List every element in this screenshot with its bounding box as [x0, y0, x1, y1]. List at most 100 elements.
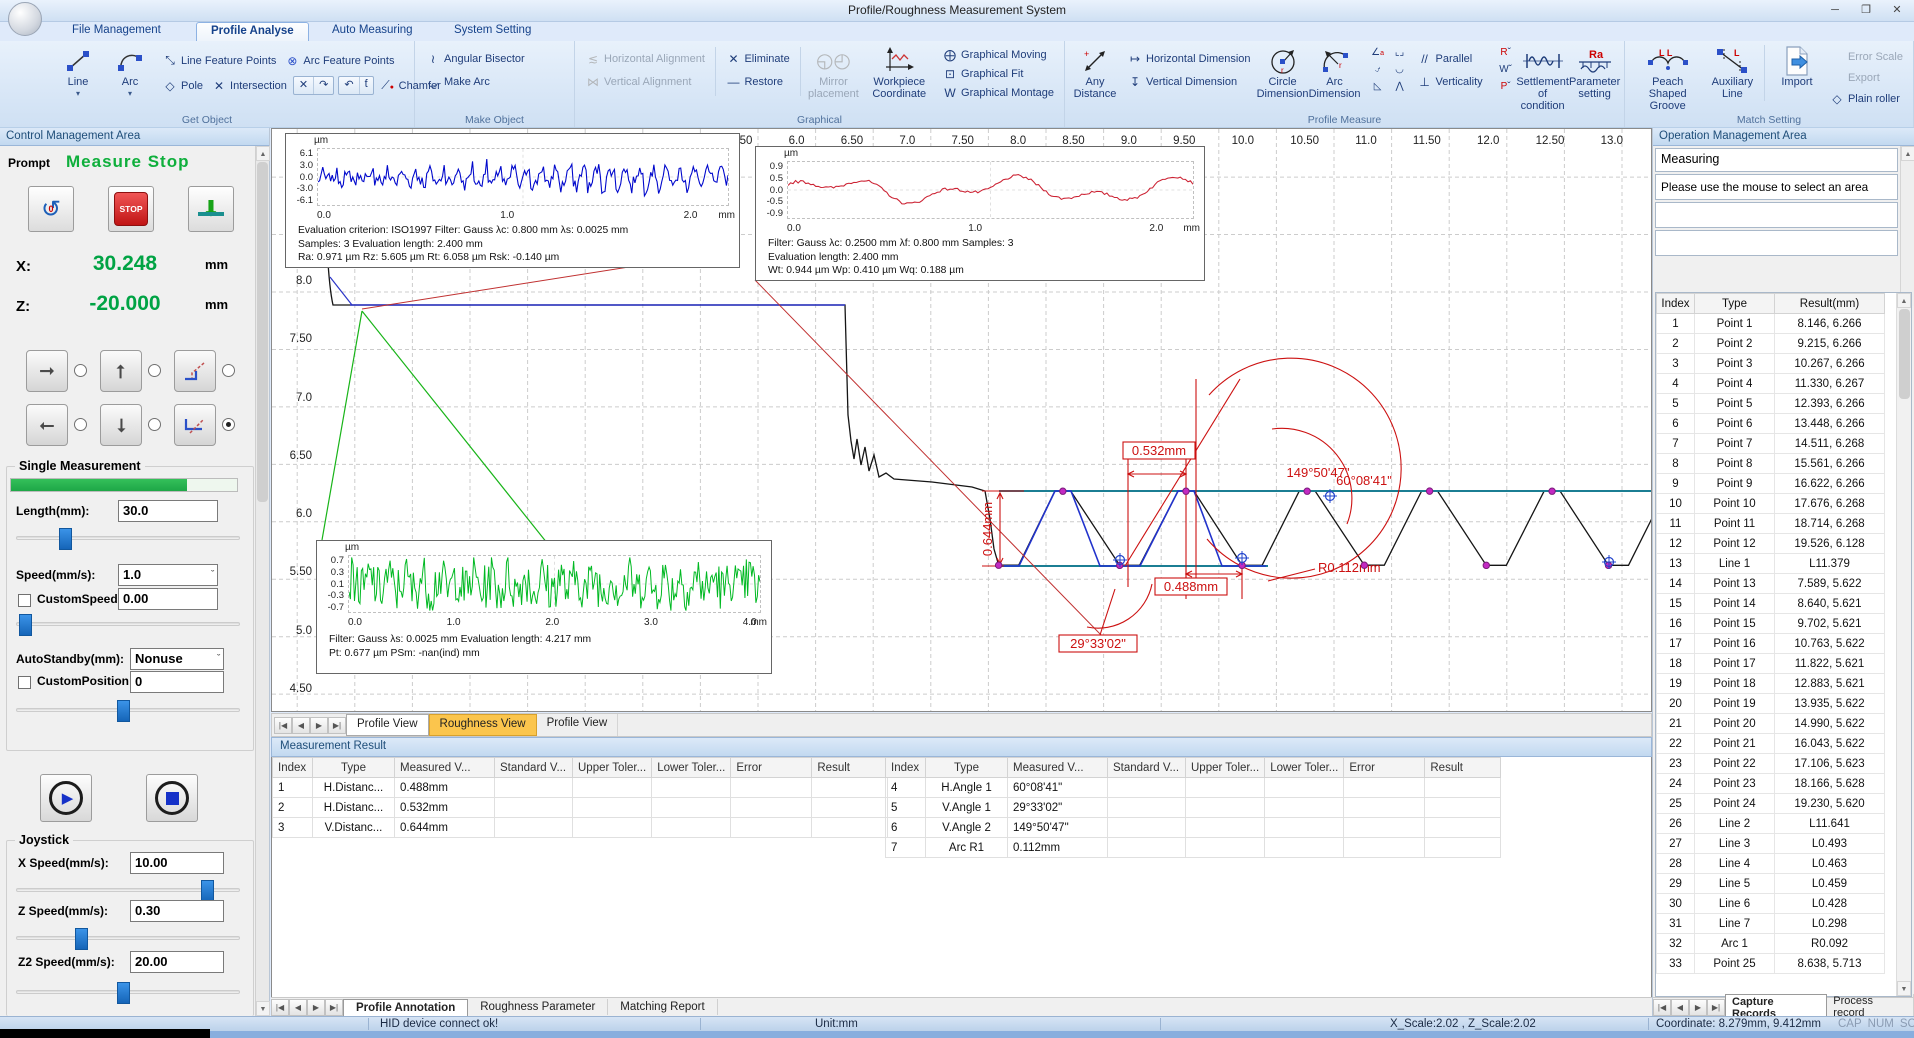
first-page-icon[interactable]: |◀	[274, 717, 292, 734]
r-param-icon[interactable]: Rˇ	[1497, 45, 1515, 61]
first-page-icon[interactable]: |◀	[1653, 999, 1671, 1016]
table-row[interactable]: 19Point 1812.883, 5.621	[1657, 674, 1885, 694]
arc-dimension-button[interactable]: r Arc Dimension	[1310, 44, 1360, 102]
vertical-dimension-button[interactable]: ↧Vertical Dimension	[1123, 72, 1255, 91]
angle-tool-1-icon[interactable]: ∠a	[1369, 45, 1387, 61]
header-cell[interactable]: Index	[273, 758, 313, 778]
table-row[interactable]: 14Point 137.589, 5.622	[1657, 574, 1885, 594]
graphical-moving-button[interactable]: ⨁Graphical Moving	[938, 45, 1058, 64]
tab-matching-report[interactable]: Matching Report	[608, 999, 717, 1015]
circle-dimension-button[interactable]: r Circle Dimension	[1258, 44, 1308, 102]
header-cell[interactable]: Result	[812, 758, 888, 778]
joystick-z2-slider-thumb[interactable]	[117, 982, 130, 1004]
delete-point-icon[interactable]: ✕	[294, 77, 314, 94]
eliminate-button[interactable]: ✕Eliminate	[721, 49, 793, 68]
primary-profile-inset[interactable]: µm 0.70.30.1-0.3-0.7 0.01.02.03.04.0 mm …	[316, 540, 772, 674]
arc-feature-points-button[interactable]: ⊗Arc Feature Points	[280, 51, 398, 70]
measure-point[interactable]	[1304, 488, 1310, 494]
app-logo-icon[interactable]	[8, 2, 42, 36]
table-row[interactable]: 2Point 29.215, 6.266	[1657, 334, 1885, 354]
header-cell[interactable]: Type	[313, 758, 395, 778]
graphical-fit-button[interactable]: ⊡Graphical Fit	[938, 64, 1058, 83]
table-row[interactable]: 3V.Distanc...0.644mm	[273, 818, 888, 838]
horizontal-dimension-button[interactable]: ↦Horizontal Dimension	[1123, 49, 1255, 68]
table-row[interactable]: 7Point 714.511, 6.268	[1657, 434, 1885, 454]
close-button[interactable]: ✕	[1882, 1, 1912, 20]
prev-page-icon[interactable]: ◀	[1671, 999, 1689, 1016]
jog-left-radio[interactable]	[74, 418, 87, 431]
custom-speed-slider-thumb[interactable]	[19, 614, 32, 636]
length-input[interactable]: 30.0	[118, 500, 218, 522]
table-row[interactable]: 21Point 2014.990, 5.622	[1657, 714, 1885, 734]
jog-up-radio[interactable]	[148, 364, 161, 377]
settlement-of-condition-button[interactable]: Settlement of condition	[1518, 44, 1568, 114]
table-row[interactable]: 5V.Angle 129°33'02"	[886, 798, 1501, 818]
joystick-z-slider[interactable]	[16, 936, 240, 940]
measure-point[interactable]	[1483, 562, 1489, 568]
waviness-inset[interactable]: µm 0.90.50.0-0.5-0.9 0.01.02.0 mm Filter…	[755, 146, 1205, 281]
table-row[interactable]: 15Point 148.640, 5.621	[1657, 594, 1885, 614]
joystick-x-speed-input[interactable]: 10.00	[130, 852, 224, 874]
joystick-z-slider-thumb[interactable]	[75, 928, 88, 950]
next-page-icon[interactable]: ▶	[310, 717, 328, 734]
scrollbar-thumb[interactable]	[1899, 309, 1910, 399]
jog-right-radio[interactable]	[74, 364, 87, 377]
parallel-button[interactable]: //Parallel	[1413, 49, 1487, 68]
path-mode-2-radio[interactable]	[222, 418, 235, 431]
jog-left-button[interactable]: ➞	[26, 404, 68, 446]
custom-position-slider[interactable]	[16, 708, 240, 712]
header-cell[interactable]: Index	[886, 758, 926, 778]
measure-point[interactable]	[1183, 488, 1189, 494]
custom-position-input[interactable]: 0	[130, 671, 224, 693]
length-slider[interactable]	[16, 536, 240, 540]
path-mode-1-button[interactable]	[174, 350, 216, 392]
table-row[interactable]: 33Point 258.638, 5.713	[1657, 954, 1885, 974]
header-cell[interactable]: Type	[926, 758, 1008, 778]
reset-counter-button[interactable]: ↺ 0	[28, 186, 74, 232]
jog-up-button[interactable]: ➞	[100, 350, 142, 392]
table-row[interactable]: 5Point 512.393, 6.266	[1657, 394, 1885, 414]
header-cell[interactable]: Type	[1695, 294, 1775, 314]
table-row[interactable]: 7Arc R10.112mm	[886, 838, 1501, 858]
redo-arc-icon[interactable]: ↷	[314, 77, 333, 94]
profile-chart-area[interactable]: 0.644mm 0.532mm 0.488mm 29°33'02" 149°50…	[271, 128, 1652, 712]
roughness-inset[interactable]: µm 6.13.00.0-3.0-6.1 0.01.02.0 mm Evalua…	[285, 133, 740, 268]
table-row[interactable]: 1Point 18.146, 6.266	[1657, 314, 1885, 334]
table-row[interactable]: 28Line 4L0.463	[1657, 854, 1885, 874]
tab-roughness-view[interactable]: Roughness View	[429, 714, 537, 736]
table-row[interactable]: 6Point 613.448, 6.266	[1657, 414, 1885, 434]
joystick-z2-speed-input[interactable]: 20.00	[130, 951, 224, 973]
table-row[interactable]: 20Point 1913.935, 5.622	[1657, 694, 1885, 714]
workpiece-coordinate-button[interactable]: Workpiece Coordinate	[864, 44, 936, 102]
table-row[interactable]: 2H.Distanc...0.532mm	[273, 798, 888, 818]
next-page-icon[interactable]: ▶	[307, 999, 325, 1016]
table-row[interactable]: 4Point 411.330, 6.267	[1657, 374, 1885, 394]
table-row[interactable]: 3Point 310.267, 6.266	[1657, 354, 1885, 374]
table-row[interactable]: 13Line 1L11.379	[1657, 554, 1885, 574]
stop-motion-button[interactable]	[146, 774, 198, 822]
table-row[interactable]: 16Point 159.702, 5.621	[1657, 614, 1885, 634]
tab-profile-annotation[interactable]: Profile Annotation	[343, 999, 468, 1016]
header-cell[interactable]: Measured V...	[1008, 758, 1108, 778]
table-row[interactable]: 1H.Distanc...0.488mm	[273, 778, 888, 798]
right-panel-scrollbar[interactable]: ▲	[1900, 146, 1914, 306]
joystick-z2-slider[interactable]	[16, 990, 240, 994]
stop-measure-button[interactable]: STOP	[108, 186, 154, 232]
plain-roller-button[interactable]: ◇Plain roller	[1825, 89, 1907, 108]
start-measure-button[interactable]: ▶	[40, 774, 92, 822]
path-mode-2-button[interactable]	[174, 404, 216, 446]
table-row[interactable]: 32Arc 1R0.092	[1657, 934, 1885, 954]
tab-file-management[interactable]: File Management	[58, 22, 175, 41]
save-data-button[interactable]: ⬇	[188, 186, 234, 232]
angle-tool-2-icon[interactable]: ⍻	[1369, 62, 1387, 78]
left-panel-scrollbar[interactable]: ▲ ▼	[255, 146, 269, 1016]
header-cell[interactable]: Standard V...	[1108, 758, 1186, 778]
custom-position-slider-thumb[interactable]	[117, 700, 130, 722]
header-cell[interactable]: Upper Toler...	[1186, 758, 1265, 778]
table-row[interactable]: 30Line 6L0.428	[1657, 894, 1885, 914]
line-button[interactable]: Line▾	[53, 44, 103, 102]
angular-bisector-button[interactable]: ≀Angular Bisector	[421, 49, 529, 68]
autostandby-select[interactable]: Nonuseˇ	[130, 648, 224, 670]
jog-down-button[interactable]: ➞	[100, 404, 142, 446]
table-scrollbar[interactable]: ▲ ▼	[1896, 293, 1911, 996]
